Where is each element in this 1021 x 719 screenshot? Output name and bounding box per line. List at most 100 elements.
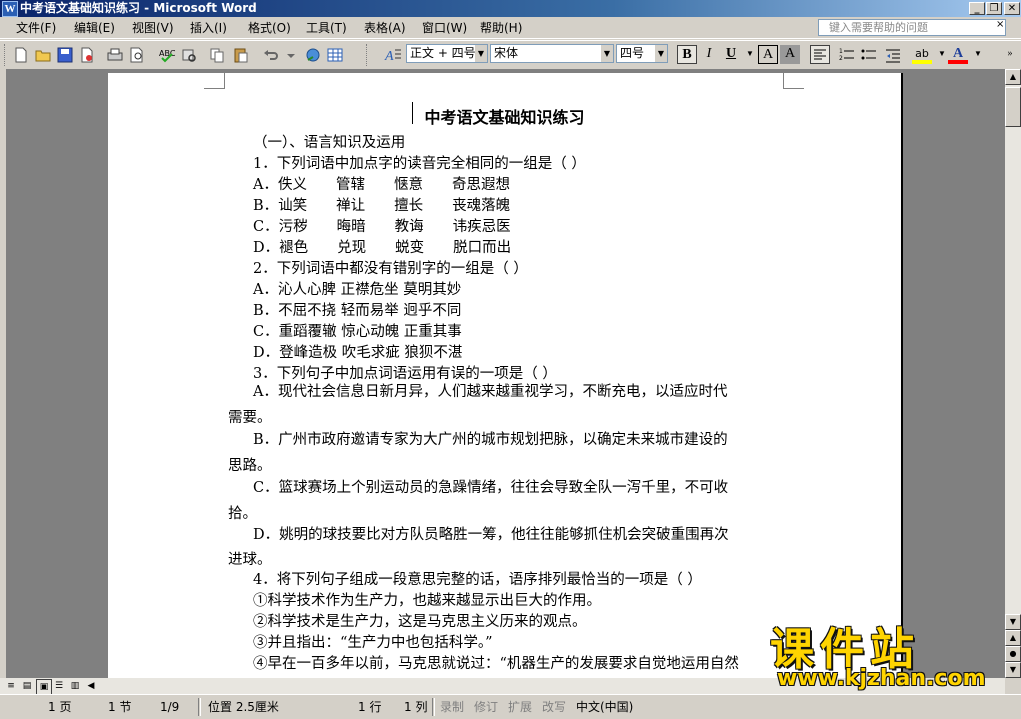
status-overtype[interactable]: 改写 <box>542 699 566 715</box>
save-icon[interactable] <box>56 46 74 64</box>
italic-button[interactable]: I <box>699 45 719 64</box>
menu-table[interactable]: 表格(A) <box>364 20 406 36</box>
status-extend[interactable]: 扩展 <box>508 699 532 715</box>
style-select-value: 正文 + 四号 <box>410 46 476 60</box>
doc-line: 1．下列词语中加点字的读音完全相同的一组是（ ） <box>253 156 586 172</box>
scroll-down-icon[interactable]: ▼ <box>1005 614 1021 630</box>
document-page[interactable]: 中考语文基础知识练习 （一）、语言知识及运用 1．下列词语中加点字的读音完全相同… <box>108 73 903 693</box>
decrease-indent-icon[interactable] <box>884 46 902 64</box>
scroll-up-icon[interactable]: ▲ <box>1005 69 1021 85</box>
vertical-scrollbar[interactable]: ▲ ▼ ▲ ● ▼ <box>1005 69 1021 678</box>
style-select[interactable]: 正文 + 四号 ▼ <box>406 44 488 63</box>
chevron-down-icon[interactable]: ▼ <box>601 45 613 62</box>
menu-file[interactable]: 文件(F) <box>16 20 56 36</box>
open-folder-icon[interactable] <box>34 46 52 64</box>
doc-line: 需要。 <box>228 410 272 426</box>
status-track-changes[interactable]: 修订 <box>474 699 498 715</box>
highlight-button[interactable]: ab <box>912 45 932 64</box>
permission-icon[interactable] <box>78 46 96 64</box>
print-preview-icon[interactable] <box>128 46 146 64</box>
hyperlink-icon[interactable] <box>304 46 322 64</box>
status-record[interactable]: 录制 <box>440 699 464 715</box>
normal-view-icon[interactable]: ≡ <box>4 679 18 693</box>
doc-line: A．佚义 管辖 惬意 奇思遐想 <box>253 177 510 193</box>
undo-icon[interactable] <box>262 46 280 64</box>
doc-line: C．重蹈覆辙 惊心动魄 正重其事 <box>253 324 462 340</box>
outline-view-icon[interactable]: ☰ <box>52 679 66 693</box>
insert-table-icon[interactable] <box>326 46 344 64</box>
character-border-button[interactable]: A <box>758 45 778 64</box>
bullets-icon[interactable] <box>860 46 878 64</box>
crop-mark <box>783 73 804 89</box>
copy-icon[interactable] <box>208 46 226 64</box>
font-color-button[interactable]: A <box>948 45 968 64</box>
font-color-dropdown-icon[interactable]: ▼ <box>968 45 988 64</box>
close-document-icon[interactable]: × <box>996 19 1004 30</box>
watermark-url: www.kjzhan.com <box>777 666 986 691</box>
styles-formatting-icon[interactable]: A <box>384 46 402 64</box>
toolbar: ABC A 正文 + 四号 ▼ 宋体 ▼ 四号 ▼ B I U ▼ A A 12… <box>0 40 1021 70</box>
scrollbar-thumb[interactable] <box>1005 87 1021 127</box>
chevron-down-icon[interactable]: ▼ <box>655 45 667 62</box>
font-size-select[interactable]: 四号 ▼ <box>616 44 668 63</box>
toolbar-grip-2[interactable] <box>366 44 370 66</box>
underline-button[interactable]: U <box>721 45 741 64</box>
align-left-icon[interactable] <box>810 45 830 64</box>
svg-text:ABC: ABC <box>159 49 176 58</box>
status-section: 1 节 <box>108 700 132 714</box>
character-shading-button[interactable]: A <box>780 45 800 64</box>
menu-help[interactable]: 帮助(H) <box>480 20 522 36</box>
doc-line: A．现代社会信息日新月异，人们越来越重视学习，不断充电，以适应时代 <box>253 384 728 400</box>
scroll-left-icon[interactable]: ◀ <box>84 679 98 693</box>
undo-dropdown-icon[interactable] <box>282 46 300 64</box>
restore-button[interactable]: ❐ <box>986 2 1002 15</box>
status-line: 1 行 <box>358 700 382 714</box>
close-button[interactable]: ✕ <box>1004 2 1020 15</box>
paste-icon[interactable] <box>232 46 250 64</box>
font-select[interactable]: 宋体 ▼ <box>490 44 614 63</box>
previous-page-icon[interactable]: ▲ <box>1005 630 1021 646</box>
doc-line: B．不屈不挠 轻而易举 迥乎不同 <box>253 303 462 319</box>
doc-line: 思路。 <box>228 458 272 474</box>
doc-line: C．污秽 晦暗 教诲 讳疾忌医 <box>253 219 511 235</box>
doc-line: D．褪色 兑现 蜕变 脱口而出 <box>253 240 512 256</box>
next-page-icon[interactable]: ▼ <box>1005 662 1021 678</box>
minimize-button[interactable]: _ <box>969 2 985 15</box>
status-bar: 1 页 1 节 1/9 位置 2.5厘米 1 行 1 列 录制 修订 扩展 改写… <box>0 694 1021 719</box>
toolbar-options-icon[interactable]: » <box>1000 45 1020 64</box>
help-search-input[interactable]: 键入需要帮助的问题 <box>818 19 1006 36</box>
doc-line: 4．将下列句子组成一段意思完整的话，语序排列最恰当的一项是（ ） <box>253 572 702 588</box>
chevron-down-icon[interactable]: ▼ <box>475 45 487 62</box>
menu-edit[interactable]: 编辑(E) <box>74 20 115 36</box>
status-separator <box>432 698 435 716</box>
svg-text:1: 1 <box>839 48 843 55</box>
doc-line: 拾。 <box>228 506 257 522</box>
print-icon[interactable] <box>106 46 124 64</box>
spelling-icon[interactable]: ABC <box>158 46 176 64</box>
research-icon[interactable] <box>180 46 198 64</box>
menu-view[interactable]: 视图(V) <box>132 20 174 36</box>
menu-bar: 文件(F) 编辑(E) 视图(V) 插入(I) 格式(O) 工具(T) 表格(A… <box>0 17 1021 39</box>
numbering-icon[interactable]: 12 <box>838 46 856 64</box>
reading-view-icon[interactable]: ▥ <box>68 679 82 693</box>
document-workspace: 中考语文基础知识练习 （一）、语言知识及运用 1．下列词语中加点字的读音完全相同… <box>0 69 1005 693</box>
menu-window[interactable]: 窗口(W) <box>422 20 467 36</box>
bold-button[interactable]: B <box>677 45 697 64</box>
menu-tools[interactable]: 工具(T) <box>306 20 347 36</box>
word-app-icon[interactable]: W <box>2 1 18 17</box>
new-document-icon[interactable] <box>12 46 30 64</box>
select-browse-object-icon[interactable]: ● <box>1005 646 1021 662</box>
svg-text:2: 2 <box>839 55 843 62</box>
vertical-ruler <box>0 69 6 678</box>
print-layout-view-icon[interactable]: ▣ <box>36 679 52 695</box>
font-size-value: 四号 <box>620 46 645 60</box>
menu-insert[interactable]: 插入(I) <box>190 20 227 36</box>
font-select-value: 宋体 <box>494 46 519 60</box>
underline-dropdown-icon[interactable]: ▼ <box>740 45 760 64</box>
toolbar-grip[interactable] <box>4 44 8 66</box>
svg-text:A: A <box>384 49 394 64</box>
menu-format[interactable]: 格式(O) <box>248 20 291 36</box>
doc-line: ①科学技术作为生产力，也越来越显示出巨大的作用。 <box>253 593 601 609</box>
web-view-icon[interactable]: ▤ <box>20 679 34 693</box>
doc-line: 进球。 <box>228 552 272 568</box>
